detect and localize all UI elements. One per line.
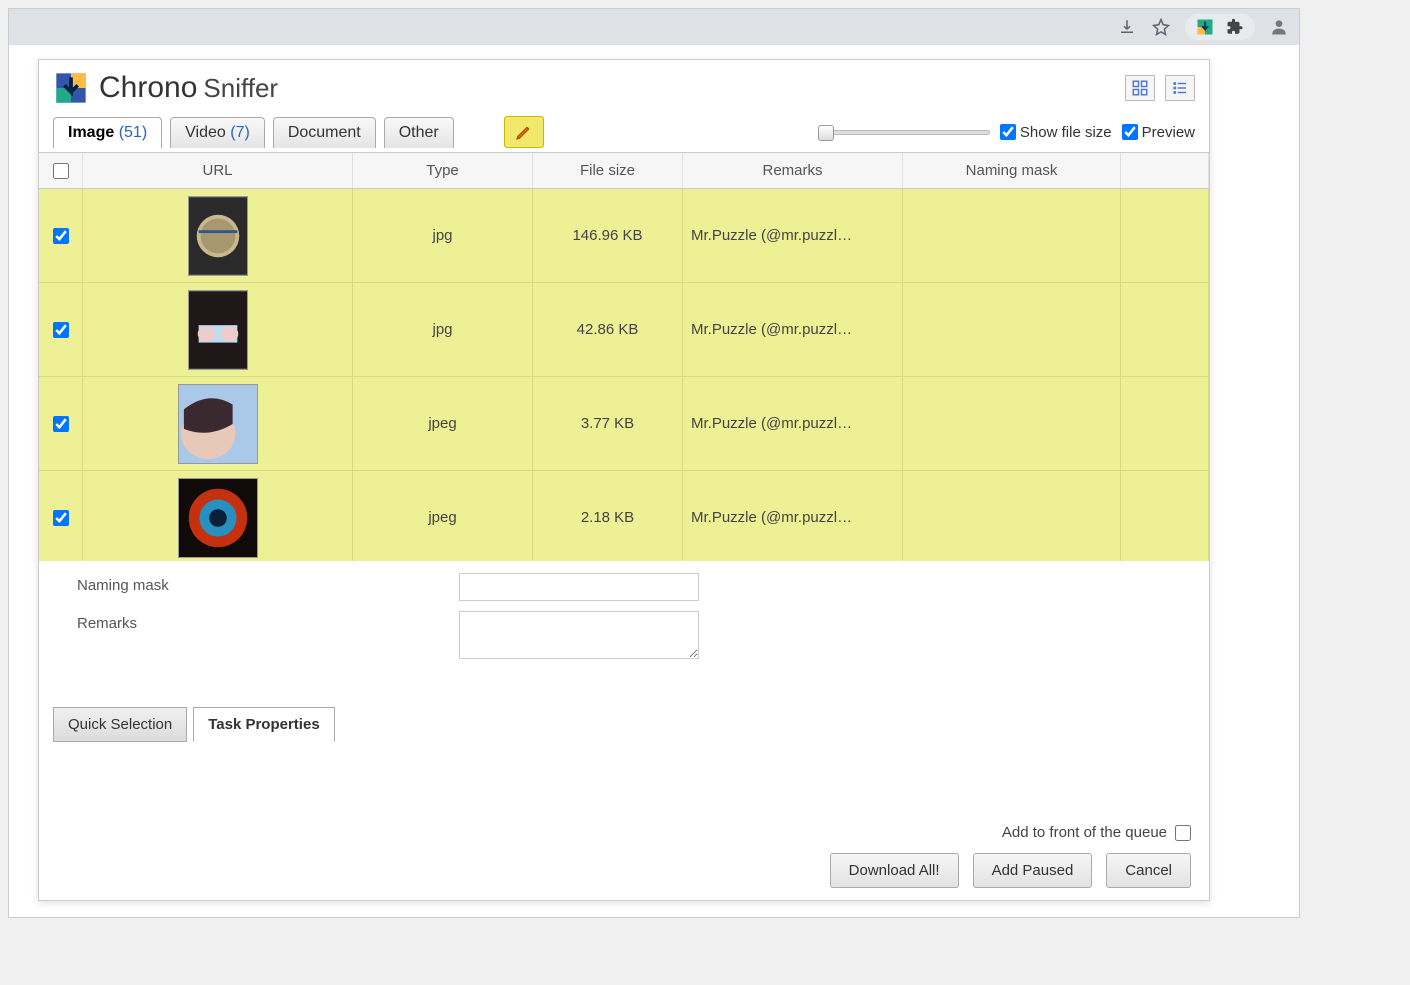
list-view-icon[interactable]: [1165, 75, 1195, 101]
remarks-label: Remarks: [59, 611, 189, 632]
tab-video[interactable]: Video (7): [170, 117, 265, 148]
row-type: jpg: [353, 189, 533, 282]
title-main: Chrono: [99, 71, 197, 105]
download-all-button[interactable]: Download All!: [830, 853, 959, 888]
queue-label: Add to front of the queue: [1002, 824, 1167, 841]
queue-toggle[interactable]: Add to front of the queue: [1002, 824, 1191, 841]
browser-window: Chrono Sniffer Image (51) Video: [8, 8, 1300, 918]
browser-toolbar: [9, 9, 1299, 45]
panel-title: Chrono Sniffer: [99, 71, 278, 105]
grid-view-icon[interactable]: [1125, 75, 1155, 101]
bottom-tabs: Quick Selection Task Properties: [39, 707, 1209, 742]
col-url[interactable]: URL: [83, 153, 353, 188]
edit-filters-button[interactable]: [504, 116, 544, 148]
chrono-logo-icon: [53, 70, 89, 106]
table-row[interactable]: jpeg 3.77 KB Mr.Puzzle (@mr.puzzl…: [39, 377, 1209, 471]
remarks-input[interactable]: [459, 611, 699, 659]
table-row[interactable]: jpg 42.86 KB Mr.Puzzle (@mr.puzzl…: [39, 283, 1209, 377]
preview-checkbox[interactable]: [1122, 124, 1138, 140]
col-remarks[interactable]: Remarks: [683, 153, 903, 188]
show-file-size-label: Show file size: [1020, 124, 1112, 141]
row-mask: [903, 377, 1121, 470]
tab-other-label: Other: [399, 124, 439, 141]
tab-image[interactable]: Image (51): [53, 117, 162, 148]
chrono-ext-icon[interactable]: [1195, 17, 1215, 37]
slider-thumb[interactable]: [818, 125, 834, 141]
thumbnail-icon: [178, 478, 258, 558]
tab-video-label: Video: [185, 124, 226, 141]
row-size: 146.96 KB: [533, 189, 683, 282]
row-checkbox[interactable]: [53, 510, 69, 526]
col-mask[interactable]: Naming mask: [903, 153, 1121, 188]
thumbnail-icon: [188, 196, 248, 276]
naming-mask-input[interactable]: [459, 573, 699, 601]
row-type: jpeg: [353, 471, 533, 561]
naming-mask-label: Naming mask: [59, 573, 189, 594]
row-type: jpg: [353, 283, 533, 376]
row-size: 3.77 KB: [533, 377, 683, 470]
row-size: 42.86 KB: [533, 283, 683, 376]
row-checkbox[interactable]: [53, 416, 69, 432]
extension-group: [1185, 14, 1255, 40]
select-all-checkbox[interactable]: [53, 163, 69, 179]
properties-area: Naming mask Remarks: [39, 561, 1209, 667]
row-remarks: Mr.Puzzle (@mr.puzzl…: [683, 189, 903, 282]
title-sub: Sniffer: [203, 73, 278, 104]
row-remarks: Mr.Puzzle (@mr.puzzl…: [683, 283, 903, 376]
row-type: jpeg: [353, 377, 533, 470]
table-row[interactable]: jpg 146.96 KB Mr.Puzzle (@mr.puzzl…: [39, 189, 1209, 283]
tab-quick-selection[interactable]: Quick Selection: [53, 707, 187, 742]
row-mask: [903, 283, 1121, 376]
panel-footer: Add to front of the queue Download All! …: [39, 812, 1209, 900]
profile-icon[interactable]: [1269, 17, 1289, 37]
star-icon[interactable]: [1151, 17, 1171, 37]
row-mask: [903, 471, 1121, 561]
sniffer-panel: Chrono Sniffer Image (51) Video: [38, 59, 1210, 901]
add-paused-button[interactable]: Add Paused: [973, 853, 1093, 888]
table-header: URL Type File size Remarks Naming mask: [39, 153, 1209, 189]
file-table: URL Type File size Remarks Naming mask j…: [39, 152, 1209, 561]
thumbnail-icon: [188, 290, 248, 370]
show-file-size-toggle[interactable]: Show file size: [1000, 124, 1112, 141]
preview-label: Preview: [1142, 124, 1195, 141]
tab-image-count: (51): [119, 124, 147, 141]
tab-video-count: (7): [230, 124, 250, 141]
queue-checkbox[interactable]: [1175, 825, 1191, 841]
filter-tabs-row: Image (51) Video (7) Document Other: [39, 106, 1209, 148]
row-checkbox[interactable]: [53, 228, 69, 244]
extensions-icon[interactable]: [1225, 17, 1245, 37]
col-type[interactable]: Type: [353, 153, 533, 188]
row-checkbox[interactable]: [53, 322, 69, 338]
row-size: 2.18 KB: [533, 471, 683, 561]
table-body[interactable]: jpg 146.96 KB Mr.Puzzle (@mr.puzzl… jpg …: [39, 189, 1209, 561]
table-row[interactable]: jpeg 2.18 KB Mr.Puzzle (@mr.puzzl…: [39, 471, 1209, 561]
tab-other[interactable]: Other: [384, 117, 454, 148]
preview-toggle[interactable]: Preview: [1122, 124, 1195, 141]
tab-document[interactable]: Document: [273, 117, 376, 148]
col-size[interactable]: File size: [533, 153, 683, 188]
thumbnail-icon: [178, 384, 258, 464]
panel-header: Chrono Sniffer: [39, 60, 1209, 106]
row-mask: [903, 189, 1121, 282]
download-icon[interactable]: [1117, 17, 1137, 37]
tab-document-label: Document: [288, 124, 361, 141]
size-slider[interactable]: [822, 130, 990, 135]
show-file-size-checkbox[interactable]: [1000, 124, 1016, 140]
row-remarks: Mr.Puzzle (@mr.puzzl…: [683, 377, 903, 470]
cancel-button[interactable]: Cancel: [1106, 853, 1191, 888]
tab-task-properties[interactable]: Task Properties: [193, 707, 334, 742]
tab-image-label: Image: [68, 124, 114, 141]
row-remarks: Mr.Puzzle (@mr.puzzl…: [683, 471, 903, 561]
